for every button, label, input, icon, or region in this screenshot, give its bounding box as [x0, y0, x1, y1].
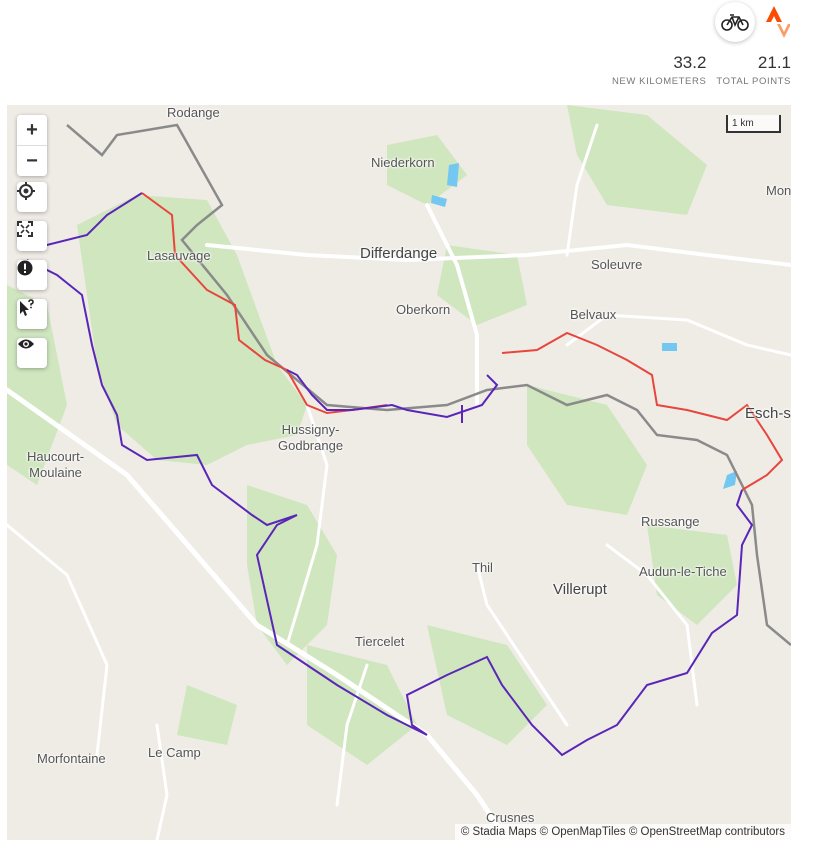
road: [7, 523, 109, 757]
stat-value: 33.2: [673, 53, 707, 72]
place-label: Soleuvre: [591, 257, 643, 272]
alert-icon: [17, 260, 33, 276]
place-label: Le Camp: [148, 745, 201, 760]
place-label: Villerupt: [553, 581, 607, 598]
strava-logo[interactable]: [763, 4, 791, 40]
fullscreen-button[interactable]: [17, 221, 47, 251]
forest-area: [307, 645, 417, 765]
place-label: Haucourt- Moulaine: [27, 449, 85, 480]
zoom-in-button[interactable]: +: [17, 115, 47, 145]
zoom-control: + −: [17, 115, 47, 176]
place-label: Belvaux: [570, 307, 617, 322]
pointer-help-button[interactable]: [17, 299, 47, 329]
water-body: [431, 195, 447, 207]
place-label: Esch-s: [745, 405, 791, 422]
stat-total-points: 21.1 TOTAL POINTS: [716, 52, 791, 87]
stat-label: NEW KILOMETERS: [611, 76, 707, 87]
map-canvas[interactable]: Rodange Niederkorn Differdange Lasauvage…: [7, 105, 791, 840]
map-attribution[interactable]: © Stadia Maps © OpenMapTiles © OpenStree…: [454, 824, 791, 840]
map-scale: 1 km: [726, 115, 781, 133]
place-label: Hussigny- Godbrange: [278, 422, 344, 453]
road: [155, 723, 169, 840]
place-label: Rodange: [167, 105, 220, 120]
forest-area: [567, 105, 707, 215]
zoom-out-button[interactable]: −: [17, 145, 47, 176]
activity-type-button[interactable]: [715, 2, 755, 42]
place-label: Differdange: [360, 245, 438, 262]
place-label: Lasauvage: [147, 248, 211, 263]
place-label: Niederkorn: [371, 155, 435, 170]
place-label: Russange: [641, 514, 700, 529]
stat-label: TOTAL POINTS: [716, 76, 791, 87]
forest-area: [527, 385, 647, 515]
forest-area: [77, 195, 307, 465]
water-body: [662, 343, 677, 351]
stats-panel: 33.2 NEW KILOMETERS 21.1 TOTAL POINTS: [612, 52, 791, 87]
stat-value: 21.1: [757, 53, 791, 72]
place-label: Tiercelet: [355, 634, 405, 649]
place-label: Mon: [766, 183, 791, 198]
place-label: Thil: [472, 560, 493, 575]
pointer-help-icon: [20, 299, 34, 316]
place-label: Oberkorn: [396, 302, 451, 317]
locate-button[interactable]: [17, 182, 47, 212]
bicycle-icon: [721, 14, 749, 31]
strava-icon: [766, 6, 790, 38]
visibility-button[interactable]: [17, 338, 47, 368]
place-label: Morfontaine: [37, 751, 106, 766]
water-body: [723, 471, 737, 489]
stat-new-kilometers: 33.2 NEW KILOMETERS: [612, 52, 706, 87]
alert-button[interactable]: [17, 260, 47, 290]
place-label: Audun-le-Tiche: [639, 564, 727, 579]
map-layer: [7, 105, 791, 840]
forest-area: [177, 685, 237, 745]
locate-icon: [17, 182, 35, 200]
fullscreen-icon: [17, 221, 33, 237]
eye-icon: [18, 339, 34, 349]
forest-area: [427, 625, 547, 745]
